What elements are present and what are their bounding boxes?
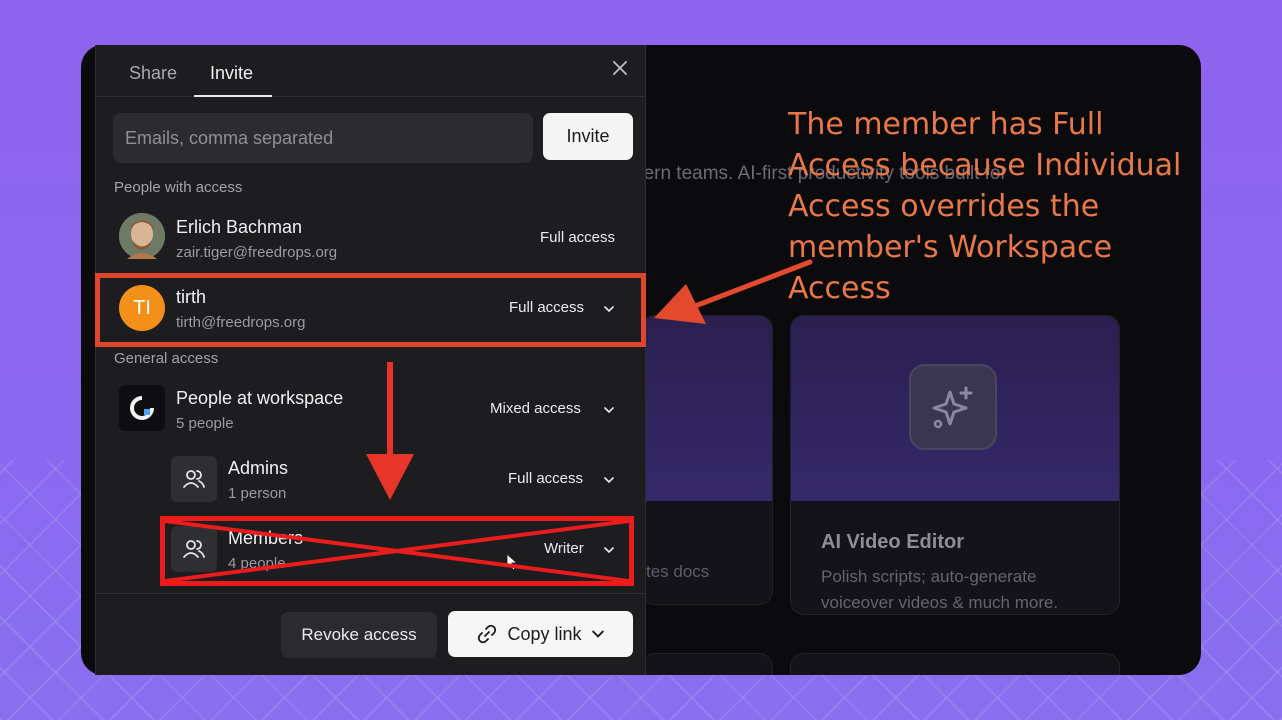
sparkle-icon (909, 364, 997, 450)
avatar (119, 213, 165, 259)
background-card-3[interactable] (641, 653, 773, 675)
users-icon (171, 456, 217, 502)
access-level: Full access (540, 229, 616, 246)
background-card-4[interactable] (790, 653, 1120, 675)
tab-share[interactable]: Share (129, 63, 177, 84)
person-email: zair.tiger@freedrops.org (176, 244, 338, 261)
email-input[interactable] (113, 113, 533, 163)
modal-footer: Revoke access Copy link (96, 593, 645, 675)
access-dropdown[interactable]: Mixed access (490, 400, 581, 417)
group-name: People at workspace (176, 388, 344, 408)
card-title: AI Video Editor (821, 531, 964, 553)
chevron-down-icon[interactable] (591, 628, 604, 640)
highlight-box-tirth (95, 273, 646, 347)
person-row-erlich: Erlich Bachman zair.tiger@freedrops.org … (96, 210, 647, 268)
annotation-text: The member has Full Access because Indiv… (788, 107, 1182, 306)
chevron-down-icon[interactable] (604, 405, 614, 415)
background-card-ai-video-editor[interactable]: AI Video Editor Polish scripts; auto-gen… (790, 315, 1120, 615)
down-arrow-annotation (366, 362, 414, 500)
group-count: 1 person (228, 485, 287, 502)
modal-tabs: Share Invite (96, 45, 645, 97)
copy-link-label: Copy link (507, 623, 582, 644)
access-dropdown[interactable]: Full access (508, 470, 583, 487)
invite-button[interactable]: Invite (543, 113, 633, 160)
people-section-label: People with access (114, 179, 243, 196)
workspace-logo-icon (119, 385, 165, 431)
group-name: Admins (228, 458, 289, 478)
chevron-down-icon[interactable] (604, 475, 614, 485)
revoke-access-button[interactable]: Revoke access (281, 612, 437, 658)
tab-invite[interactable]: Invite (210, 63, 253, 84)
background-card-1-desc: tes docs (646, 562, 710, 581)
copy-link-button[interactable]: Copy link (448, 611, 633, 657)
cross-out-box-members (160, 516, 634, 586)
general-section-label: General access (114, 350, 219, 367)
cross-out-lines (165, 521, 629, 581)
link-icon (478, 624, 497, 644)
person-name: Erlich Bachman (176, 217, 303, 237)
group-count: 5 people (176, 415, 234, 432)
card-description: Polish scripts; auto-generate voiceover … (821, 567, 1059, 612)
active-tab-underline (194, 95, 272, 97)
close-icon[interactable] (610, 59, 630, 79)
